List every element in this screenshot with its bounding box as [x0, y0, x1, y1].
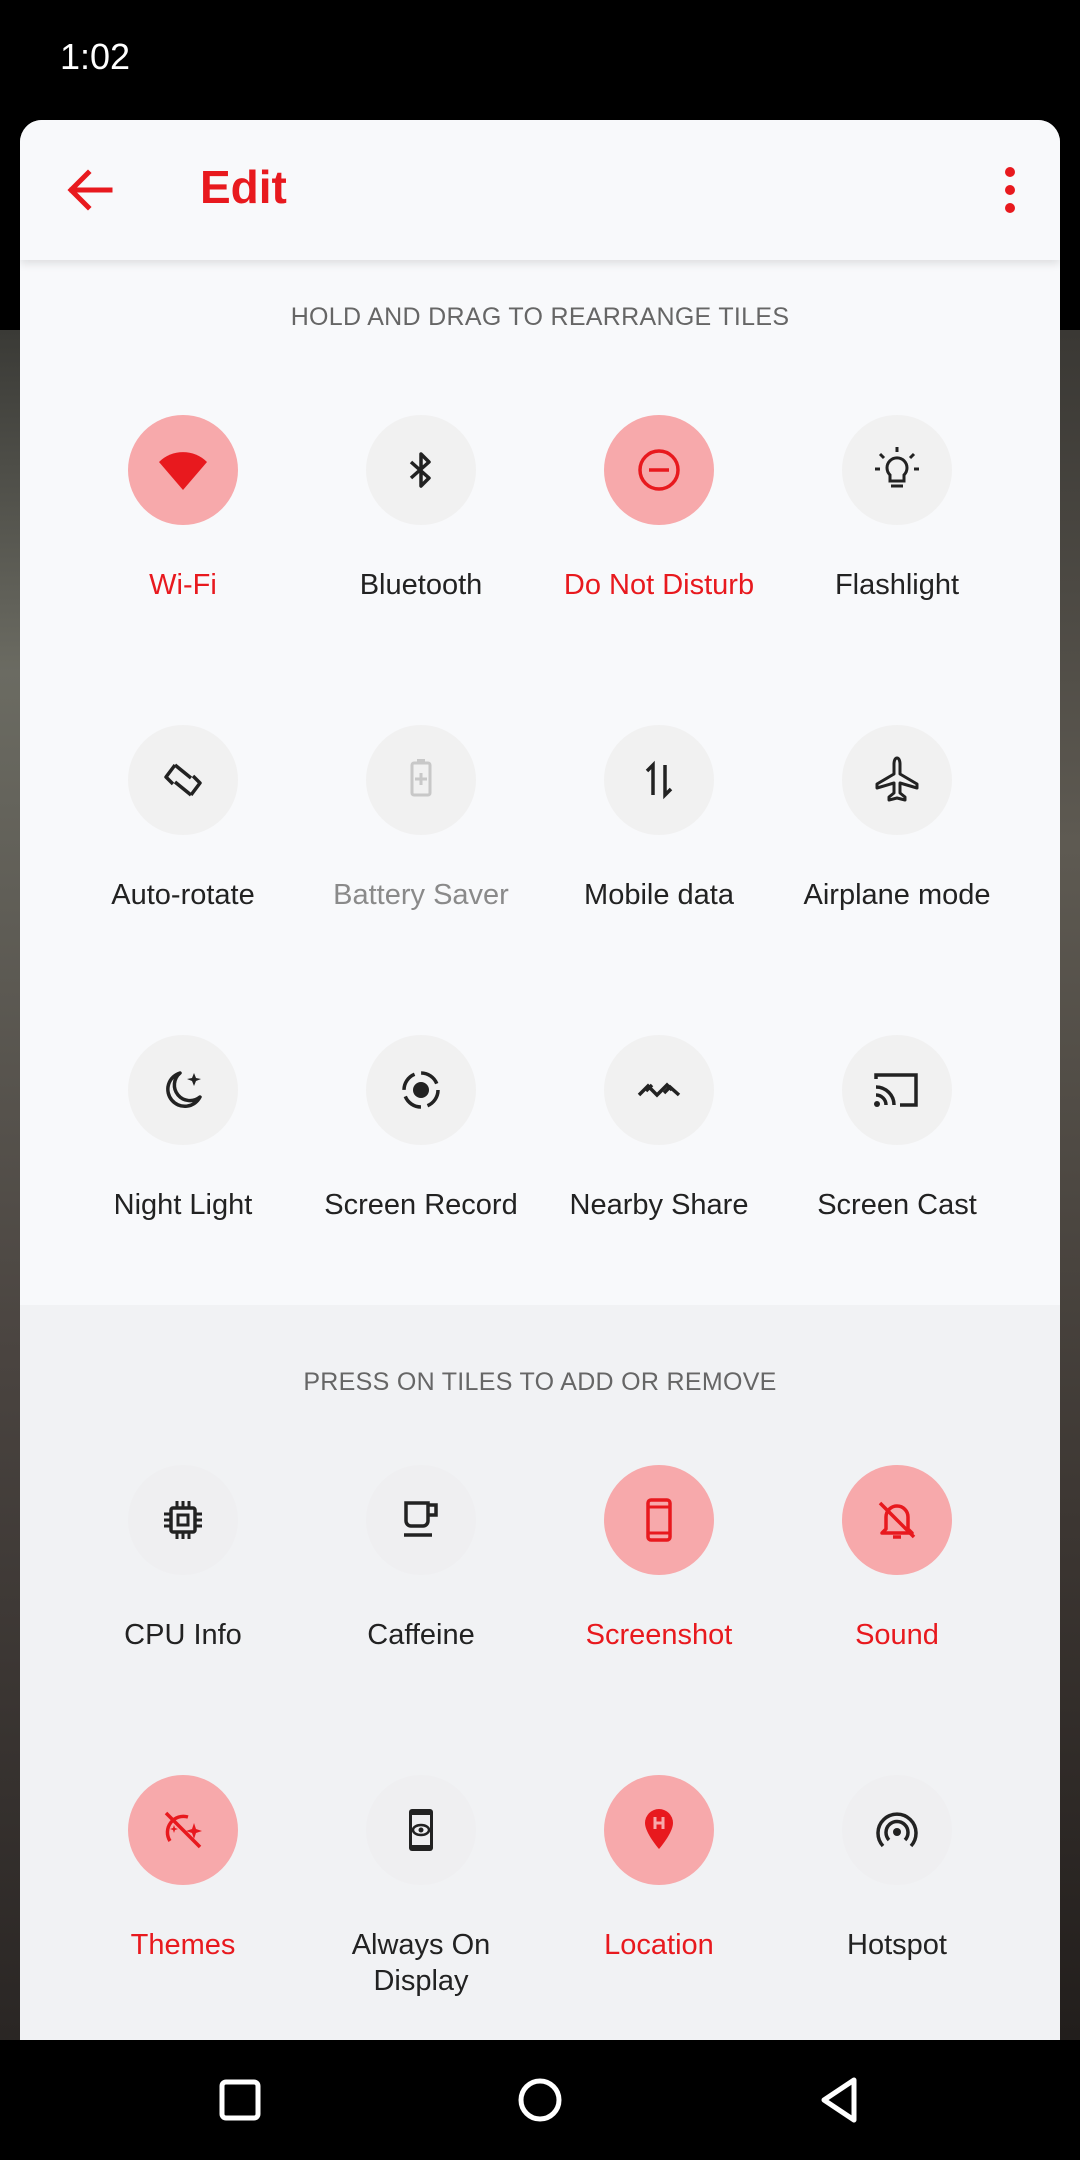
navigation-bar — [0, 2040, 1080, 2160]
tile-night-light[interactable]: Night Light — [63, 1035, 303, 1223]
tile-hotspot[interactable]: Hotspot — [777, 1775, 1017, 1963]
tile-label: Do Not Disturb — [563, 569, 755, 601]
battery-saver-icon — [410, 759, 432, 797]
tile-wifi[interactable]: Wi-Fi — [63, 415, 303, 603]
caffeine-icon — [404, 1501, 438, 1537]
more-options-button[interactable] — [990, 165, 1030, 215]
location-icon — [645, 1809, 673, 1849]
tile-location[interactable]: Location — [539, 1775, 779, 1963]
screen-record-icon — [402, 1071, 440, 1109]
tile-label: Hotspot — [847, 1929, 947, 1961]
back-nav-button[interactable] — [810, 2070, 870, 2130]
tile-cpu-info[interactable]: CPU Info — [63, 1465, 303, 1653]
screenshot-icon — [646, 1498, 672, 1542]
tile-caffeine[interactable]: Caffeine — [301, 1465, 541, 1653]
tile-airplane-mode[interactable]: Airplane mode — [777, 725, 1017, 913]
airplane-icon — [875, 756, 919, 802]
home-circle-icon — [518, 2078, 562, 2122]
tile-flashlight[interactable]: Flashlight — [777, 415, 1017, 603]
tile-auto-rotate[interactable]: Auto-rotate — [63, 725, 303, 913]
wallpaper-edge-left — [0, 330, 20, 2040]
tile-label: Airplane mode — [803, 879, 991, 911]
nearby-share-icon — [637, 1082, 681, 1098]
tile-label: Mobile data — [584, 879, 734, 911]
screen-cast-icon — [874, 1073, 918, 1107]
tile-label: Always On Display — [351, 1929, 491, 1997]
home-button[interactable] — [510, 2070, 570, 2130]
always-on-display-icon — [409, 1809, 433, 1851]
tile-label: Night Light — [113, 1189, 253, 1221]
tile-label: Nearby Share — [569, 1189, 749, 1221]
back-button[interactable] — [60, 160, 120, 220]
tile-do-not-disturb[interactable]: Do Not Disturb — [539, 415, 779, 603]
sound-off-icon — [878, 1501, 916, 1539]
tile-label: Screen Cast — [817, 1189, 977, 1221]
more-vert-icon — [1005, 167, 1015, 213]
status-time: 1:02 — [60, 36, 131, 77]
themes-icon — [164, 1811, 202, 1849]
tile-nearby-share[interactable]: Nearby Share — [539, 1035, 779, 1223]
recents-button[interactable] — [210, 2070, 270, 2130]
tile-label: Themes — [130, 1929, 236, 1961]
tile-label: CPU Info — [124, 1619, 242, 1651]
mobile-data-icon — [645, 760, 673, 800]
available-tiles-section: PRESS ON TILES TO ADD OR REMOVE CPU Info… — [20, 1305, 1060, 2040]
tile-bluetooth[interactable]: Bluetooth — [301, 415, 541, 603]
tile-label: Wi-Fi — [149, 569, 217, 601]
do-not-disturb-icon — [638, 449, 680, 491]
auto-rotate-icon — [164, 763, 202, 797]
recents-square-icon — [219, 2079, 261, 2121]
back-triangle-icon — [821, 2077, 857, 2123]
hotspot-icon — [876, 1812, 918, 1848]
night-light-icon — [166, 1071, 202, 1108]
tile-label: Location — [604, 1929, 714, 1961]
header: Edit — [20, 120, 1060, 260]
bluetooth-icon — [409, 452, 431, 488]
tile-label: Sound — [855, 1619, 939, 1651]
tile-screen-cast[interactable]: Screen Cast — [777, 1035, 1017, 1223]
tile-label: Flashlight — [834, 569, 960, 601]
tile-label: Caffeine — [367, 1619, 475, 1651]
tile-screenshot[interactable]: Screenshot — [539, 1465, 779, 1653]
active-section-label: HOLD AND DRAG TO REARRANGE TILES — [290, 303, 790, 331]
back-arrow-icon — [67, 169, 113, 211]
status-bar: 1:02 — [0, 0, 1080, 120]
page-title: Edit — [200, 161, 287, 213]
tile-always-on-display[interactable]: Always On Display — [301, 1775, 541, 1999]
edit-tiles-panel: Edit HOLD AND DRAG TO REARRANGE TILES Wi… — [20, 120, 1060, 2040]
tile-label: Auto-rotate — [111, 879, 255, 911]
cpu-icon — [164, 1501, 202, 1539]
tile-sound[interactable]: Sound — [777, 1465, 1017, 1653]
tile-screen-record[interactable]: Screen Record — [301, 1035, 541, 1223]
tile-label: Bluetooth — [359, 569, 483, 601]
wallpaper-edge-right — [1060, 330, 1080, 2040]
wifi-icon — [159, 452, 207, 490]
flashlight-icon — [875, 447, 919, 488]
tile-label: Screen Record — [324, 1189, 518, 1221]
available-section-label: PRESS ON TILES TO ADD OR REMOVE — [303, 1368, 777, 1396]
tile-battery-saver[interactable]: Battery Saver — [301, 725, 541, 913]
tile-label: Battery Saver — [333, 879, 509, 911]
tile-label: Screenshot — [585, 1619, 733, 1651]
tile-mobile-data[interactable]: Mobile data — [539, 725, 779, 913]
tile-themes[interactable]: Themes — [63, 1775, 303, 1963]
